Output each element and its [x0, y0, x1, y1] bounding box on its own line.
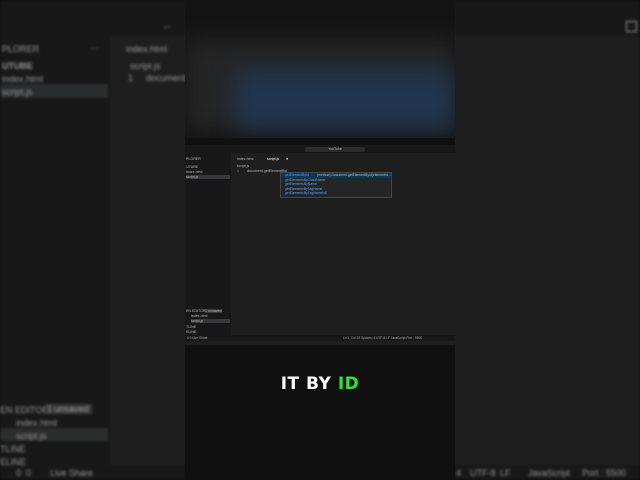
status-spaces[interactable]: 4 — [456, 468, 461, 478]
unsaved-dot-icon: ● — [286, 157, 289, 161]
inner-status-right[interactable]: Ln 1, Col 23 Spaces: 4 UTF-8 LF JavaScri… — [343, 335, 422, 341]
line-number: 1 — [128, 73, 134, 83]
inner-outline[interactable]: TLINE — [186, 325, 196, 329]
inner-title-bar: YouTube — [185, 145, 455, 153]
inner-tab-script[interactable]: script.js — [267, 157, 279, 161]
error-count[interactable]: 0 — [16, 468, 21, 478]
tab-index-html[interactable]: index.html — [126, 44, 167, 54]
inner-open-script[interactable]: script.js — [191, 319, 230, 323]
unsaved-badge: 1 unsaved — [44, 404, 92, 414]
file-script-js[interactable]: script.js — [2, 87, 33, 97]
status-encoding[interactable]: UTF-8 — [470, 468, 496, 478]
inner-file-index[interactable]: index.html — [186, 170, 202, 174]
inner-line-number: 1 — [237, 169, 239, 173]
suggestion-item[interactable]: getElementsByTagNameNS — [281, 191, 391, 196]
inner-tab-index[interactable]: index.html — [237, 157, 253, 161]
outline-label[interactable]: TLINE — [0, 444, 26, 454]
breadcrumb[interactable]: script.js — [130, 61, 161, 71]
inner-explorer: PLORER UTUBE index.html script.js EN EDI… — [185, 153, 231, 339]
folder-name[interactable]: UTUBE — [2, 61, 33, 71]
blurred-zoom — [185, 0, 455, 138]
inner-timeline[interactable]: ELINE — [186, 330, 196, 334]
layout-icon[interactable] — [626, 21, 637, 32]
explorer-title: PLORER — [2, 44, 40, 54]
warning-count[interactable]: 0 — [26, 468, 31, 478]
status-port[interactable]: Port : 5500 — [582, 468, 626, 478]
back-arrow-icon[interactable]: ← — [162, 20, 173, 32]
inner-explorer-title: PLORER — [186, 157, 201, 161]
video-frame: YouTube PLORER UTUBE index.html script.j… — [185, 0, 455, 480]
code-line[interactable]: document. — [146, 73, 188, 83]
open-editor-script[interactable]: script.js — [16, 431, 47, 441]
status-eol[interactable]: LF — [500, 468, 511, 478]
inner-open-index[interactable]: index.html — [191, 314, 207, 318]
caption-prefix: IT BY — [280, 374, 338, 394]
caption: IT BY ID — [185, 374, 455, 394]
inner-folder[interactable]: UTUBE — [186, 165, 198, 169]
suggestion-popup: getElementById (method) Document.getEleme… — [280, 172, 392, 198]
status-language[interactable]: JavaScript — [528, 468, 570, 478]
open-editor-index[interactable]: index.html — [16, 418, 57, 428]
inner-unsaved-badge: 1 unsaved — [205, 309, 222, 313]
live-share[interactable]: Live Share — [50, 468, 93, 478]
caption-highlight: ID — [337, 374, 360, 394]
file-index-html[interactable]: index.html — [2, 74, 43, 84]
command-center[interactable]: YouTube — [305, 147, 365, 152]
inner-status-left[interactable]: 0 0 Live Share — [187, 335, 208, 341]
more-icon[interactable]: ··· — [90, 43, 99, 53]
inner-breadcrumb[interactable]: script.js — [237, 164, 249, 168]
inner-status-bar: 0 0 Live Share Ln 1, Col 23 Spaces: 4 UT… — [185, 335, 455, 341]
vscode-window: YouTube PLORER UTUBE index.html script.j… — [185, 145, 455, 345]
inner-file-script[interactable]: script.js — [186, 175, 230, 179]
